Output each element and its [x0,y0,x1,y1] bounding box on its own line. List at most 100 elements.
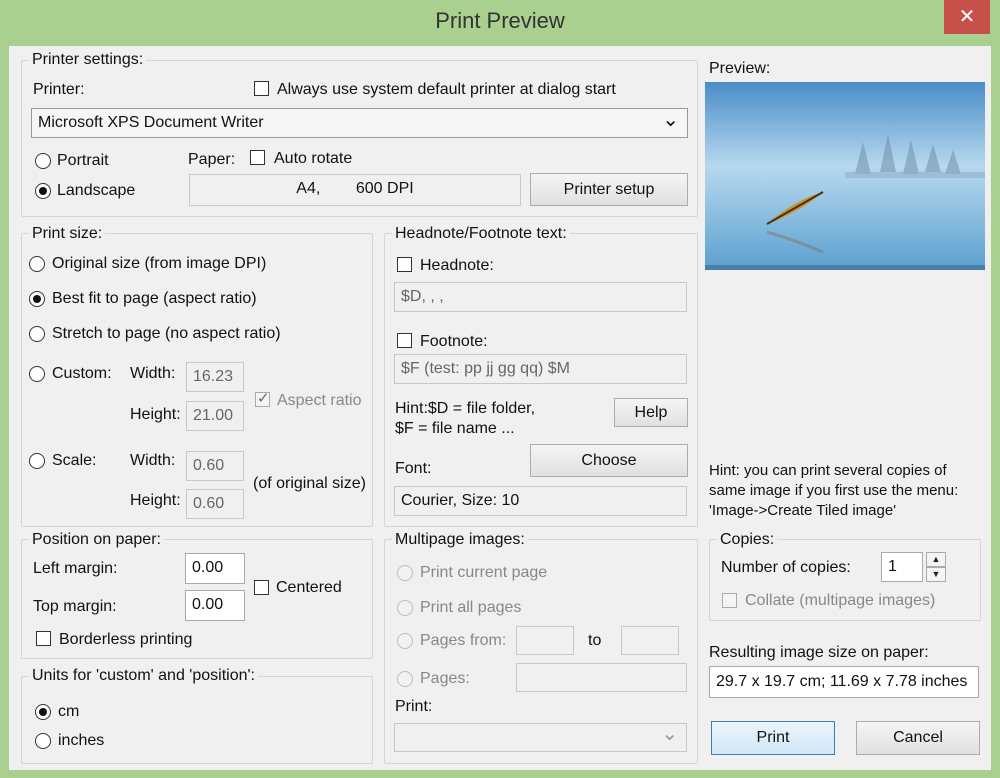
of-original-label: (of original size) [253,475,366,492]
always-default-checkbox[interactable] [254,81,269,96]
preview-label: Preview: [709,60,771,77]
result-value: 29.7 x 19.7 cm; 11.69 x 7.78 inches [709,666,979,698]
paper-label: Paper: [188,151,236,168]
preview-hint-line-2: same image if you first use the menu: [709,482,959,499]
print-size-label: Print size: [29,225,106,243]
hint-line-1: Hint:$D = file folder, [395,400,536,417]
footnote-label: Footnote: [420,333,488,350]
print-current-radio[interactable] [397,565,413,581]
print-button[interactable]: Print [711,721,835,755]
copies-group-label: Copies: [717,531,778,549]
pages-from-input[interactable] [516,626,574,655]
headnote-checkbox[interactable] [397,257,412,272]
pages-radio[interactable] [397,671,413,687]
original-size-radio[interactable] [29,256,45,272]
custom-label: Custom: [52,365,112,382]
left-margin-label: Left margin: [33,560,118,577]
pages-to-input[interactable] [621,626,679,655]
left-margin-input[interactable]: 0.00 [185,553,245,584]
pages-label: Pages: [420,670,470,687]
pages-to-label: to [588,632,602,649]
print-all-label: Print all pages [420,599,522,616]
multipage-group-label: Multipage images: [392,531,528,549]
landscape-label: Landscape [57,182,136,199]
aspect-ratio-label: Aspect ratio [277,392,362,409]
centered-checkbox[interactable] [254,580,269,595]
chevron-down-icon: ⌄ [662,109,679,131]
scale-width-label: Width: [130,452,176,469]
portrait-radio[interactable] [35,153,51,169]
cm-label: cm [58,703,80,720]
collate-checkbox[interactable] [722,593,737,608]
lake-canoe-photo-icon [705,82,985,270]
custom-radio[interactable] [29,366,45,382]
print-select[interactable]: ⌄ [394,723,687,752]
printer-settings-label: Printer settings: [29,51,147,69]
best-fit-radio[interactable] [29,291,45,307]
pages-from-radio[interactable] [397,633,413,649]
inches-label: inches [58,732,105,749]
scale-height-label: Height: [130,492,181,509]
portrait-label: Portrait [57,152,109,169]
always-default-label: Always use system default printer at dia… [277,81,616,98]
chevron-down-icon: ⌄ [661,723,678,745]
footnote-input[interactable]: $F (test: pp jj gg qq) $M [394,354,687,384]
top-margin-label: Top margin: [33,598,117,615]
close-button[interactable]: ✕ [944,0,990,34]
centered-label: Centered [276,579,342,596]
copies-spin-up-icon[interactable]: ▲ [926,552,946,567]
custom-width-label: Width: [130,365,176,382]
custom-height-input[interactable]: 21.00 [186,401,244,431]
headnote-label: Headnote: [420,257,494,274]
printer-select[interactable]: Microsoft XPS Document Writer ⌄ [31,108,688,138]
pages-from-label: Pages from: [420,632,507,649]
printer-select-value: Microsoft XPS Document Writer [38,114,264,131]
result-label: Resulting image size on paper: [709,644,929,661]
pages-input[interactable] [516,663,687,692]
best-fit-label: Best fit to page (aspect ratio) [52,290,257,307]
window-title: Print Preview [435,8,565,33]
choose-button[interactable]: Choose [530,444,688,477]
stretch-radio[interactable] [29,326,45,342]
stretch-label: Stretch to page (no aspect ratio) [52,325,281,342]
collate-label: Collate (multipage images) [745,592,936,609]
copies-number-label: Number of copies: [721,559,851,576]
scale-label: Scale: [52,452,97,469]
headnote-input[interactable]: $D, , , [394,282,687,312]
cancel-button[interactable]: Cancel [856,721,980,755]
print-select-label: Print: [395,698,433,715]
auto-rotate-checkbox[interactable] [250,150,265,165]
printer-setup-button[interactable]: Printer setup [530,173,688,206]
landscape-radio[interactable] [35,183,51,199]
aspect-ratio-checkbox[interactable]: ✓ [255,390,270,407]
help-button[interactable]: Help [614,398,688,427]
inches-radio[interactable] [35,733,51,749]
borderless-label: Borderless printing [59,631,193,648]
scale-height-input[interactable]: 0.60 [186,489,244,519]
printer-label: Printer: [33,81,85,98]
footnote-checkbox[interactable] [397,333,412,348]
copies-spin-down-icon[interactable]: ▼ [926,567,946,582]
print-current-label: Print current page [420,564,548,581]
cm-radio[interactable] [35,704,51,720]
copies-number-input[interactable]: 1 [881,552,923,582]
font-label: Font: [395,460,432,477]
original-size-label: Original size (from image DPI) [52,255,267,272]
dialog-body: Printer settings: Printer: Always use sy… [9,46,991,770]
position-group-label: Position on paper: [29,531,164,549]
hint-line-2: $F = file name ... [395,420,515,437]
custom-width-input[interactable]: 16.23 [186,362,244,392]
paper-display: A4, 600 DPI [189,174,521,206]
units-group-label: Units for 'custom' and 'position': [29,667,258,685]
scale-width-input[interactable]: 0.60 [186,451,244,481]
scale-radio[interactable] [29,453,45,469]
font-value: Courier, Size: 10 [394,486,687,516]
print-all-radio[interactable] [397,600,413,616]
auto-rotate-label: Auto rotate [274,150,353,167]
borderless-checkbox[interactable] [36,631,51,646]
preview-image [705,82,985,270]
top-margin-input[interactable]: 0.00 [185,590,245,621]
headnote-group-label: Headnote/Footnote text: [392,225,570,243]
custom-height-label: Height: [130,406,181,423]
preview-hint-line-1: Hint: you can print several copies of [709,462,947,479]
